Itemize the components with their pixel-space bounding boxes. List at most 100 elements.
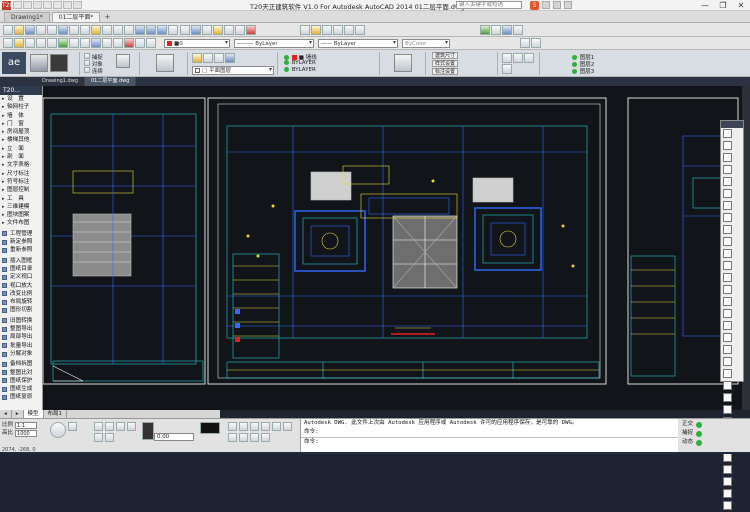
qp-icon[interactable]	[261, 422, 270, 431]
screen-menu-tool[interactable]: 旧图转换	[0, 317, 42, 325]
layer-icon[interactable]	[300, 25, 310, 35]
layer-lock-icon[interactable]	[36, 38, 46, 48]
command-input[interactable]: 命令:	[301, 437, 678, 446]
area-icon[interactable]	[502, 64, 512, 74]
dim-settings-button[interactable]: 标注设置	[432, 68, 459, 75]
lwt-icon[interactable]	[239, 422, 248, 431]
saveas-icon[interactable]	[43, 1, 52, 9]
tab-model[interactable]: 模型	[23, 410, 44, 418]
print-icon[interactable]	[36, 25, 46, 35]
layer-match-icon[interactable]	[91, 38, 101, 48]
circle-icon[interactable]	[723, 165, 732, 174]
lineweight-row[interactable]: BYLAYER	[284, 67, 316, 73]
open-icon[interactable]	[23, 1, 32, 9]
screen-menu-category[interactable]: ▸ 剖 面	[0, 153, 42, 161]
preview-icon[interactable]	[47, 25, 57, 35]
sc-icon[interactable]	[272, 422, 281, 431]
doc-tab-floorplan[interactable]: 01二层平面*	[51, 12, 101, 22]
calculator-icon[interactable]	[235, 25, 245, 35]
screen-menu-category[interactable]: ▸ 文字表格	[0, 161, 42, 169]
hatch-icon[interactable]	[723, 225, 732, 234]
layout-prev-button[interactable]: ◂	[0, 410, 12, 418]
screen-menu-tool[interactable]: 图纸保护	[0, 377, 42, 385]
layer-prev-icon[interactable]	[69, 38, 79, 48]
layer-off-icon[interactable]	[135, 38, 145, 48]
screen-menu-category[interactable]: ▸ 符号标注	[0, 178, 42, 186]
zoom-previous-icon[interactable]	[168, 25, 178, 35]
screen-menu-category[interactable]: ▸ 图层控制	[0, 186, 42, 194]
compass-icon[interactable]	[50, 422, 66, 438]
screen-menu-tool[interactable]: 布局旋转	[0, 298, 42, 306]
layer-color-icon[interactable]	[47, 38, 57, 48]
mtext-icon[interactable]	[723, 501, 732, 510]
extend-icon[interactable]	[723, 381, 732, 390]
screen-menu-category[interactable]: ▸ 门 窗	[0, 120, 42, 128]
trim-icon[interactable]	[723, 369, 732, 378]
save-disk-icon[interactable]	[25, 25, 35, 35]
point-icon[interactable]	[723, 285, 732, 294]
region-icon[interactable]	[723, 249, 732, 258]
offset-icon[interactable]	[723, 393, 732, 402]
snap-toggle-icon[interactable]	[94, 422, 103, 431]
line-icon[interactable]	[723, 129, 732, 138]
layer-delete-icon[interactable]	[124, 38, 134, 48]
paste-icon[interactable]	[91, 25, 101, 35]
move-icon[interactable]	[723, 297, 732, 306]
layer-properties-icon[interactable]	[3, 38, 13, 48]
scale-icon[interactable]	[723, 345, 732, 354]
copy-icon[interactable]	[80, 25, 90, 35]
view-icon[interactable]	[502, 25, 512, 35]
dist-icon[interactable]	[524, 53, 534, 63]
scale-dropdown[interactable]: 1:1	[15, 421, 38, 429]
snap-icon[interactable]	[531, 38, 541, 48]
building-dim-button[interactable]: 建筑尺寸	[432, 52, 459, 59]
osnap-toggle-icon[interactable]	[94, 433, 103, 442]
undo-icon[interactable]	[113, 25, 123, 35]
publish-icon[interactable]	[58, 25, 68, 35]
polar-toggle-icon[interactable]	[127, 422, 136, 431]
spline-icon[interactable]	[723, 201, 732, 210]
doc-tab-drawing1[interactable]: Drawing1*	[4, 12, 50, 22]
zoom-window-icon[interactable]	[157, 25, 167, 35]
gradient-icon[interactable]	[723, 237, 732, 246]
tool-palettes-icon[interactable]	[202, 25, 212, 35]
palette-titlebar[interactable]	[721, 121, 743, 128]
drawing-canvas[interactable]	[43, 86, 750, 410]
screen-menu-tool[interactable]: 图形切割	[0, 306, 42, 314]
ducs-icon[interactable]	[228, 433, 237, 442]
cut-icon[interactable]	[69, 25, 79, 35]
screen-menu-category[interactable]: ▸ 设 置	[0, 95, 42, 103]
text-style-icon[interactable]	[322, 25, 332, 35]
layer-state-icon[interactable]	[311, 25, 321, 35]
rectangle-icon[interactable]	[723, 177, 732, 186]
layer-on-icon[interactable]	[14, 38, 24, 48]
copy-icon[interactable]	[723, 309, 732, 318]
layer-thaw-icon[interactable]	[146, 38, 156, 48]
dyn-icon[interactable]	[228, 422, 237, 431]
array-icon[interactable]	[723, 405, 732, 414]
sel-icon[interactable]	[261, 433, 270, 442]
color-icon[interactable]	[225, 53, 235, 63]
properties-icon[interactable]	[180, 25, 190, 35]
help-icon[interactable]	[246, 25, 256, 35]
layer-iso-icon[interactable]	[58, 38, 68, 48]
bulb-icon[interactable]	[192, 53, 202, 63]
screen-menu-category[interactable]: ▸ 尺寸标注	[0, 170, 42, 178]
grid-icon[interactable]	[520, 38, 530, 48]
mirror-icon[interactable]	[723, 333, 732, 342]
stretch-icon[interactable]	[723, 357, 732, 366]
dim-style-icon[interactable]	[333, 25, 343, 35]
screen-menu-category[interactable]: ▸ 轴网柱子	[0, 103, 42, 111]
plot-icon[interactable]	[394, 54, 412, 72]
polyline-icon[interactable]	[723, 141, 732, 150]
layer-freeze-icon[interactable]	[25, 38, 35, 48]
grid-toggle-icon[interactable]	[105, 422, 114, 431]
screen-menu-category[interactable]: ▸ 工 具	[0, 195, 42, 203]
screen-menu-tool[interactable]: 定义视口	[0, 273, 42, 281]
screen-menu-category[interactable]: ▸ 图块图案	[0, 211, 42, 219]
screen-menu-tool[interactable]: 插入图框	[0, 257, 42, 265]
screen-menu-tool[interactable]: 分解对象	[0, 350, 42, 358]
screen-menu-category[interactable]: ▸ 三维建模	[0, 203, 42, 211]
screen-menu-tool[interactable]: 整图比对	[0, 369, 42, 377]
rotate-icon[interactable]	[723, 321, 732, 330]
